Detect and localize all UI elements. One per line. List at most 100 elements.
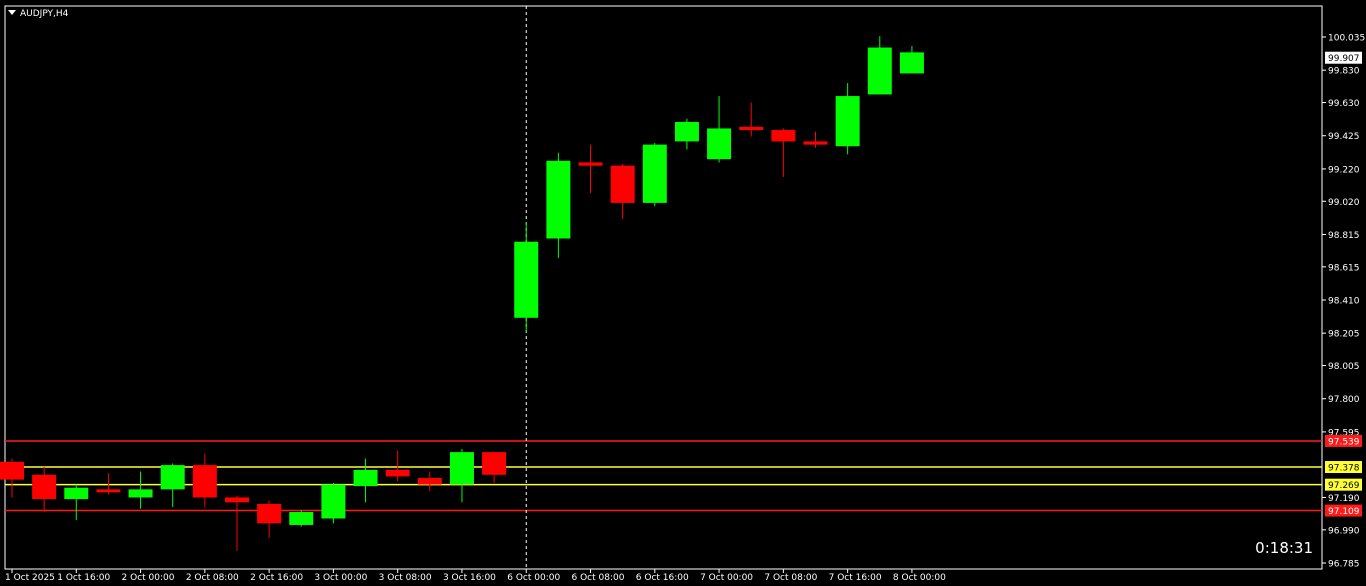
candle: [96, 473, 121, 495]
symbol-text: AUDJPY,H4: [20, 9, 69, 19]
candle: [642, 143, 667, 207]
level-price-tag-yellow: 97.269: [1325, 478, 1362, 491]
candle-body: [289, 512, 314, 525]
level-price-tag-yellow-text: 97.269: [1328, 481, 1360, 491]
price-tick-label: 96.990: [1328, 526, 1360, 536]
candle: [385, 450, 410, 482]
candle: [160, 463, 185, 508]
candle-body: [867, 47, 892, 95]
candle: [449, 448, 474, 503]
time-tick-label: 3 Oct 08:00: [379, 573, 432, 583]
level-price-tag-red: 97.109: [1325, 504, 1362, 517]
time-tick-label: 1 Oct 16:00: [57, 573, 110, 583]
candle: [674, 118, 699, 150]
candle-body: [482, 452, 507, 475]
level-price-labels: 97.539 97.378 97.269 97.109 99.907: [1325, 51, 1362, 517]
candle-body: [899, 52, 924, 74]
price-tick-label: 98.005: [1328, 362, 1360, 372]
candle: [482, 452, 507, 483]
candle-body: [192, 465, 217, 498]
time-tick-label: 3 Oct 00:00: [314, 573, 367, 583]
candle-body: [96, 489, 121, 493]
time-tick-label: 7 Oct 16:00: [829, 573, 882, 583]
candle-body: [160, 465, 185, 490]
candle-body: [803, 141, 828, 145]
candle-body: [128, 489, 153, 498]
candle: [739, 102, 764, 137]
candle-body: [353, 469, 378, 487]
price-tick-label: 99.830: [1328, 67, 1360, 77]
candle-body: [610, 165, 635, 203]
candle-body: [417, 478, 442, 485]
candle-body: [835, 96, 860, 147]
candle: [610, 164, 635, 220]
time-tick-label: 3 Oct 16:00: [443, 573, 496, 583]
price-tick-label: 98.815: [1328, 231, 1360, 241]
candle-body: [224, 497, 249, 503]
chart-window[interactable]: 100.035 99.830 99.630 99.425 99.220 99.020 98.…: [0, 0, 1366, 586]
time-axis[interactable]: 1 Oct 2025 1 Oct 16:00 2 Oct 00:00 2 Oct 08…: [5, 569, 946, 583]
price-tick-label: 99.425: [1328, 132, 1360, 142]
candle: [803, 131, 828, 148]
candle-body: [321, 484, 346, 519]
candle: [192, 453, 217, 508]
candle-body: [642, 144, 667, 203]
level-price-tag-red-text: 97.539: [1328, 437, 1360, 447]
candle: [835, 83, 860, 155]
time-tick-label: 2 Oct 00:00: [122, 573, 175, 583]
price-tick-label: 96.785: [1328, 560, 1360, 570]
candle: [128, 471, 153, 509]
candle: [0, 458, 24, 498]
candle-body: [707, 128, 732, 160]
level-price-tag-yellow-text: 97.378: [1328, 464, 1360, 474]
price-tick-label: 99.020: [1328, 198, 1360, 208]
dropdown-triangle-icon[interactable]: [8, 10, 16, 15]
time-tick-label: 6 Oct 16:00: [636, 573, 689, 583]
candle-countdown: 0:18:31: [1255, 539, 1313, 557]
candle: [353, 458, 378, 503]
candle-body: [674, 121, 699, 142]
current-price-tag-text: 99.907: [1328, 54, 1360, 64]
price-tick-label: 97.800: [1328, 395, 1360, 405]
time-tick-label: 1 Oct 2025: [5, 573, 55, 583]
candle-body: [771, 130, 796, 142]
candle-body: [64, 487, 89, 500]
candle: [899, 45, 924, 74]
candles: [0, 36, 924, 551]
time-tick-label: 2 Oct 16:00: [250, 573, 303, 583]
time-tick-label: 7 Oct 08:00: [764, 573, 817, 583]
candle: [289, 510, 314, 527]
candle-body: [257, 503, 282, 524]
time-tick-label: 2 Oct 08:00: [186, 573, 239, 583]
candle: [321, 482, 346, 524]
price-tick-label: 99.630: [1328, 99, 1360, 109]
candle: [578, 144, 603, 194]
candle: [771, 128, 796, 177]
candle-body: [578, 162, 603, 166]
level-price-tag-red-text: 97.109: [1328, 507, 1360, 517]
level-price-tag-red: 97.539: [1325, 434, 1362, 447]
candle: [224, 495, 249, 551]
candle-body: [0, 461, 24, 480]
candle: [32, 466, 57, 513]
time-tick-label: 6 Oct 00:00: [507, 573, 560, 583]
time-tick-label: 8 Oct 00:00: [893, 573, 946, 583]
time-tick-label: 7 Oct 00:00: [700, 573, 753, 583]
time-tick-label: 6 Oct 08:00: [572, 573, 625, 583]
symbol-label[interactable]: AUDJPY,H4: [8, 9, 68, 19]
candle-body: [32, 474, 57, 500]
candle: [417, 471, 442, 491]
current-price-tag: 99.907: [1325, 51, 1362, 64]
price-tick-label: 99.220: [1328, 165, 1360, 175]
level-price-tag-yellow: 97.378: [1325, 461, 1362, 474]
price-tick-label: 98.410: [1328, 297, 1360, 307]
candle-body: [385, 469, 410, 477]
candle-body: [546, 160, 571, 239]
price-chart[interactable]: 100.035 99.830 99.630 99.425 99.220 99.020 98.…: [0, 0, 1366, 586]
candle: [514, 222, 539, 333]
price-tick-label: 97.190: [1328, 494, 1360, 504]
candle: [64, 484, 89, 521]
candle-body: [739, 126, 764, 131]
candle: [707, 96, 732, 163]
price-tick-label: 98.205: [1328, 330, 1360, 340]
